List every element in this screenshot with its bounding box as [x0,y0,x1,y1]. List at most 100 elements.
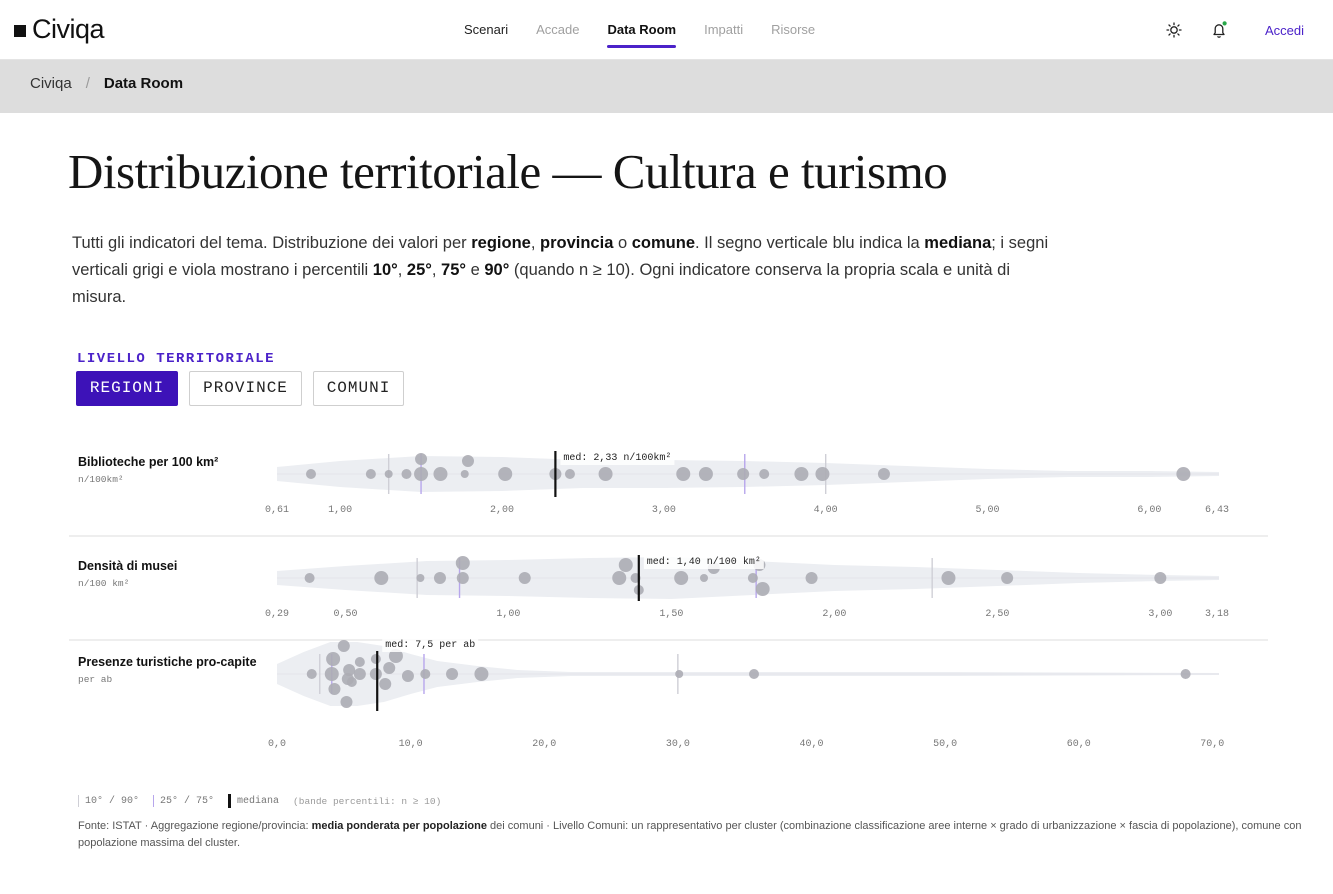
indicator-unit: per ab [78,674,113,685]
level-label: LIVELLO TERRITORIALE [77,351,276,367]
data-point [414,467,429,481]
indicator-unit: n/100km² [78,474,124,485]
notification-dot-icon [1222,21,1227,26]
data-point [340,696,353,708]
data-point [370,654,381,664]
logo-square-icon [14,24,26,37]
intro-bold: 90° [484,261,510,279]
data-point [354,657,365,667]
data-point [433,467,448,481]
intro-paragraph: Tutti gli indicatori del tema. Distribuz… [72,230,1062,311]
data-point [1154,572,1167,584]
data-point [306,669,317,679]
level-option-regioni[interactable]: REGIONI [76,371,178,406]
indicator-title: Biblioteche per 100 km² [78,455,218,469]
median-label: med: 1,40 n/100 km² [647,556,761,568]
data-point [305,469,316,479]
indicator-title: Densità di musei [78,559,177,573]
sun-icon[interactable] [1164,20,1184,40]
data-point [747,573,758,583]
data-point [461,455,474,467]
data-point [474,667,489,681]
login-link[interactable]: Accedi [1265,23,1304,38]
intro-bold: 75° [441,261,466,279]
intro-bold: mediana [924,234,992,252]
data-point [794,467,809,481]
tick-label: 2,50 [985,609,1009,620]
breadcrumb-home[interactable]: Civiqa [30,75,72,92]
data-point [676,467,691,481]
data-point [337,640,350,652]
tick-label: 60,0 [1067,739,1091,750]
intro-bold: regione [471,234,531,252]
data-point [598,467,613,481]
data-point [343,664,356,676]
data-point [618,558,633,572]
data-point [326,652,341,666]
median-label: med: 7,5 per ab [385,639,475,651]
data-point [304,573,315,583]
intro-bold: provincia [540,234,614,252]
tick-label: 3,18 [1205,609,1229,620]
chart-legend: 10° / 90° 25° / 75° mediana (bande perce… [78,794,441,808]
legend-p25-p75-swatch [153,795,155,807]
main-nav: Scenari Accade Data Room Impatti Risorse [464,0,843,60]
intro-bold: 10° [372,261,398,279]
data-point [755,582,770,596]
data-point [346,677,357,687]
tick-label: 6,00 [1137,505,1161,516]
intro-text: e [466,261,485,279]
nav-item-data-room[interactable]: Data Room [607,0,676,60]
intro-bold: 25° [406,261,432,279]
tick-label: 50,0 [933,739,957,750]
tick-label: 6,43 [1205,505,1229,516]
breadcrumb-bar: Civiqa / Data Room [0,60,1333,113]
intro-text: , [530,234,541,252]
data-point [612,571,627,585]
legend-p10-p90: 10° / 90° [78,795,139,807]
data-point [877,468,890,480]
data-point [374,571,389,585]
legend-note: (bande percentili: n ≥ 10) [293,795,442,807]
nav-item-scenari[interactable]: Scenari [464,0,508,60]
legend-p10-p90-swatch [78,795,79,807]
level-option-comuni[interactable]: COMUNI [313,371,404,406]
data-point [805,572,818,584]
brand-logo[interactable]: Civiqa [14,14,105,45]
data-point [675,670,684,678]
nav-item-risorse[interactable]: Risorse [771,0,815,60]
bell-icon[interactable] [1209,20,1229,40]
indicator-unit: n/100 km² [78,578,129,589]
nav-item-accade[interactable]: Accade [536,0,579,60]
data-point [328,683,341,695]
intro-bold: comune [631,234,695,252]
data-point [455,556,470,570]
legend-p25-p75-label: 25° / 75° [160,795,215,807]
nav-item-impatti[interactable]: Impatti [704,0,743,60]
breadcrumb: Civiqa / Data Room [30,75,183,92]
data-point [737,468,750,480]
data-point [379,678,392,690]
tick-label: 0,0 [268,739,286,750]
legend-p25-p75: 25° / 75° [153,795,214,807]
source-note: Fonte: ISTAT · Aggregazione regione/prov… [78,818,1303,852]
tick-label: 1,00 [328,505,352,516]
data-point [759,469,770,479]
data-point [815,467,830,481]
level-option-province[interactable]: PROVINCE [189,371,302,406]
intro-text: , [397,261,407,279]
indicator-row: Presenze turistiche pro-capite per ab med:… [78,638,1224,750]
data-point [674,571,689,585]
data-point [699,574,708,582]
data-point [383,662,396,674]
data-point [749,669,760,679]
data-point [420,669,431,679]
top-navbar: Civiqa Scenari Accade Data Room Impatti … [0,0,1333,60]
data-point [446,668,459,680]
data-point [401,670,414,682]
data-point [365,469,376,479]
data-point [941,571,956,585]
tick-label: 2,00 [490,505,514,516]
data-point [401,469,412,479]
tick-label: 3,00 [652,505,676,516]
